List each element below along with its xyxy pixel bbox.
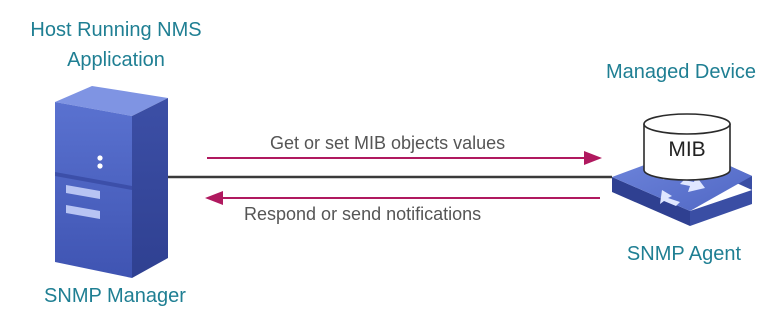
request-arrow (207, 151, 602, 165)
mib-label: MIB (668, 138, 706, 161)
response-arrow (205, 191, 600, 205)
server-tower-icon (55, 86, 168, 278)
